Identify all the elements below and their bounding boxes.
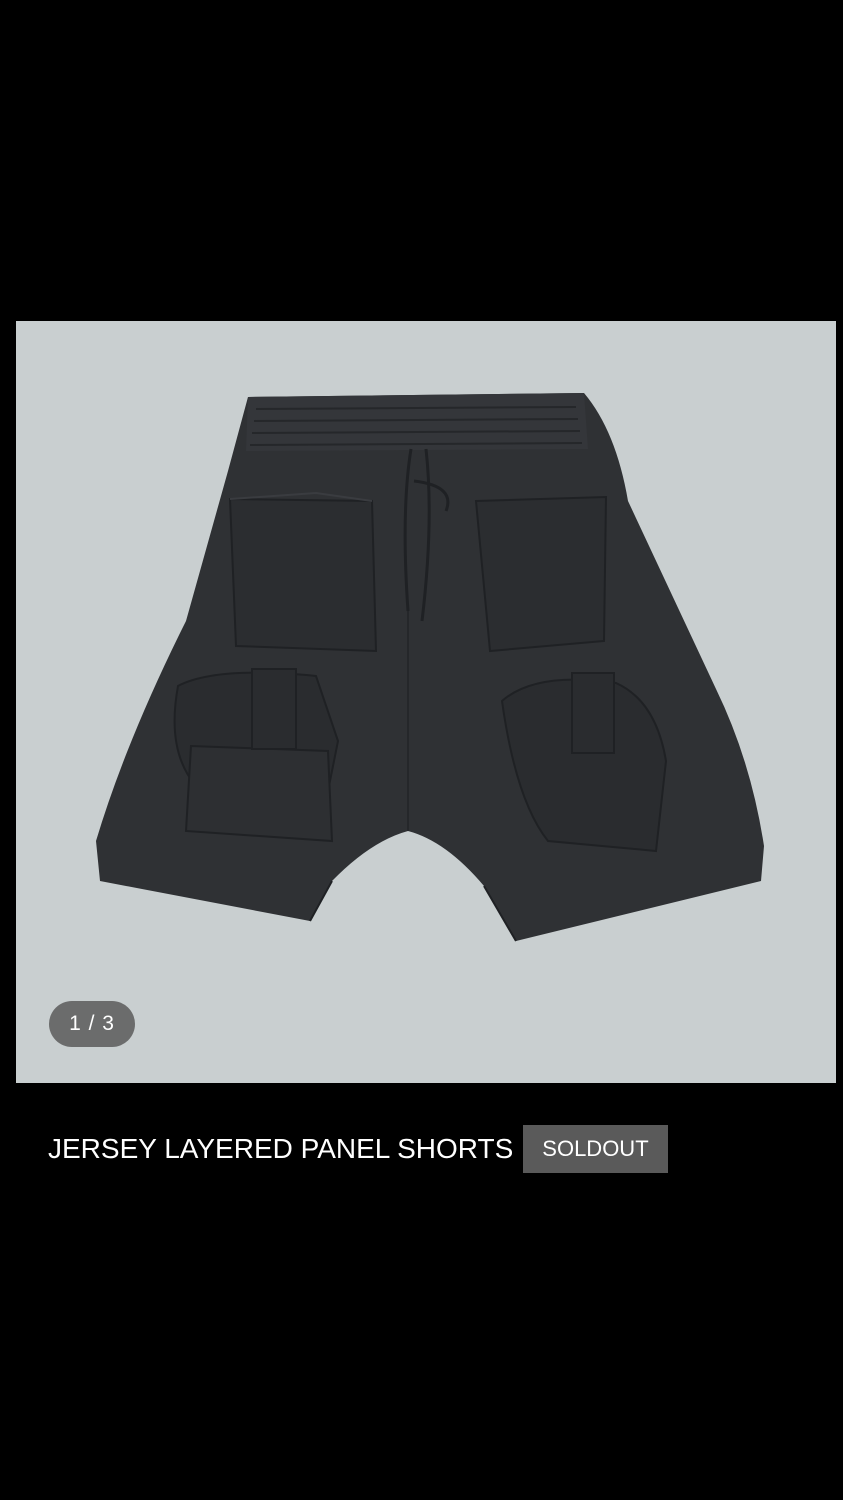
product-image-gallery[interactable]: 1 / 3 (16, 321, 836, 1083)
product-info: JERSEY LAYERED PANEL SHORTS SOLDOUT (48, 1125, 668, 1173)
shorts-body (96, 393, 764, 941)
product-title[interactable]: JERSEY LAYERED PANEL SHORTS (48, 1125, 513, 1173)
image-counter: 1 / 3 (49, 1001, 135, 1047)
product-page: 1 / 3 JERSEY LAYERED PANEL SHORTS SOLDOU… (0, 0, 843, 1500)
left-upper-pocket (228, 497, 378, 653)
soldout-badge: SOLDOUT (523, 1125, 668, 1173)
product-photo (96, 393, 764, 942)
right-upper-pocket (474, 495, 608, 653)
